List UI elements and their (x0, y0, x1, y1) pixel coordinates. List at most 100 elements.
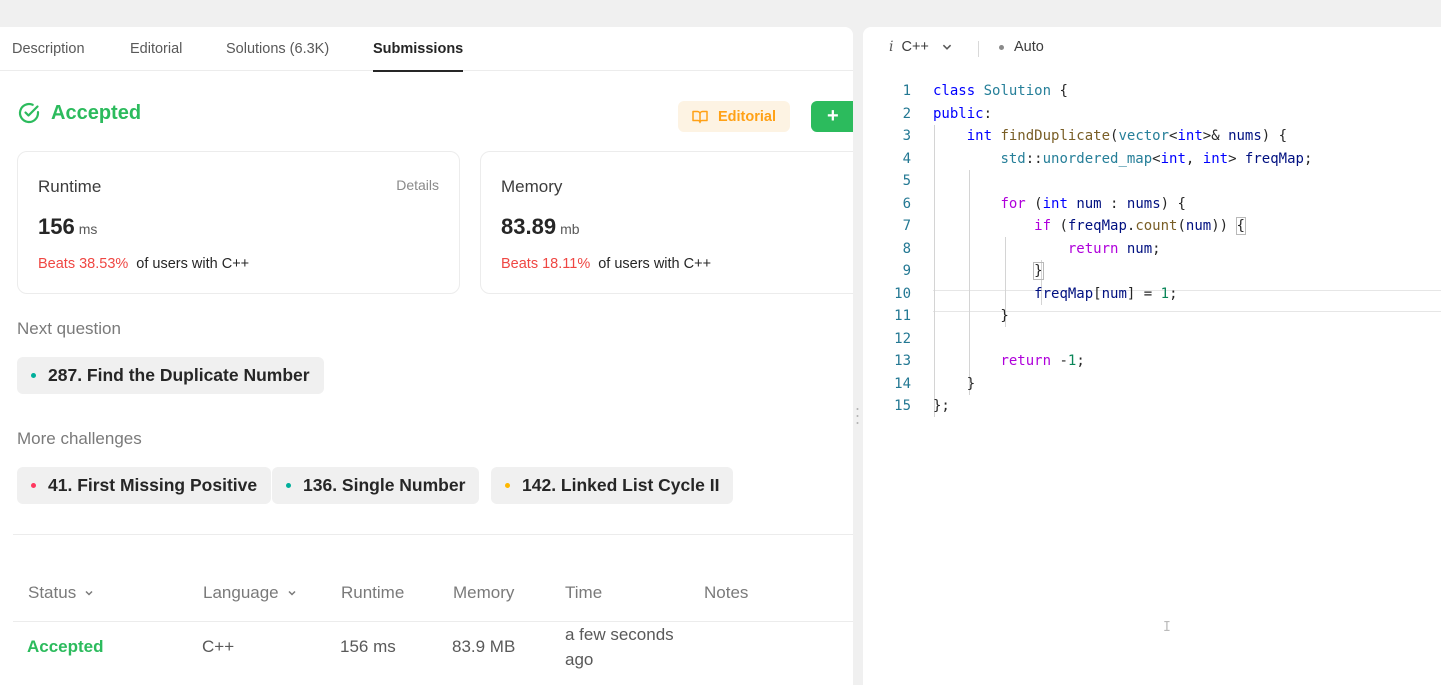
memory-value: 83.89 mb (501, 214, 580, 240)
language-column-header[interactable]: Language (203, 583, 297, 603)
drag-handle-icon[interactable] (856, 406, 859, 426)
memory-number: 83.89 (501, 214, 557, 239)
row-status[interactable]: Accepted (27, 637, 104, 657)
tab-editorial[interactable]: Editorial (130, 27, 182, 71)
tab-bar: Description Editorial Solutions (6.3K) S… (0, 27, 853, 72)
code-line: 4 std::unordered_map<int, int> freqMap; (863, 148, 1441, 171)
panel-splitter[interactable] (853, 27, 863, 685)
tab-description[interactable]: Description (12, 27, 85, 71)
memory-card[interactable]: Memory 83.89 mb Beats 18.11% of users with… (480, 151, 853, 294)
line-number: 14 (894, 375, 911, 392)
time-column-header: Time (565, 583, 603, 602)
runtime-title: Runtime (38, 177, 102, 196)
text-cursor-icon: I (1163, 620, 1171, 635)
line-number: 4 (902, 150, 911, 167)
memory-unit: mb (560, 221, 580, 237)
memory-beats: Beats 18.11% of users with C++ (501, 256, 711, 272)
language-label: C++ (901, 39, 929, 55)
runtime-beats: Beats 38.53% of users with C++ (38, 256, 249, 272)
line-number: 9 (902, 263, 911, 279)
code-line: 14 } (863, 373, 1441, 396)
challenge-title: 142. Linked List Cycle II (522, 475, 720, 495)
code-line: 8 return num; (863, 238, 1441, 261)
difficulty-dot (286, 483, 291, 488)
runtime-beats-percent: Beats 38.53% (38, 256, 129, 272)
code-line: 15}; (863, 395, 1441, 418)
submission-panel: Description Editorial Solutions (6.3K) S… (0, 27, 853, 685)
toolbar-separator (978, 41, 979, 57)
row-memory: 83.9 MB (452, 637, 516, 656)
row-time-line1: a few seconds (565, 625, 674, 644)
book-icon (692, 110, 708, 123)
memory-beats-suffix: of users with C++ (598, 256, 712, 272)
memory-beats-percent: Beats 18.11% (501, 256, 591, 272)
next-question-title: 287. Find the Duplicate Number (48, 365, 310, 385)
check-circle-icon (18, 102, 40, 124)
runtime-unit: ms (78, 221, 98, 237)
code-line: 13 return -1; (863, 350, 1441, 373)
code-line: 1 class Solution { (863, 80, 1441, 103)
next-question-chip[interactable]: 287. Find the Duplicate Number (17, 357, 324, 394)
status-column-header[interactable]: Status (28, 583, 94, 603)
section-divider (13, 534, 853, 535)
editor-toolbar: i C++ Auto (863, 27, 1441, 71)
auto-mode-toggle[interactable]: Auto (999, 39, 1044, 55)
row-language: C++ (202, 637, 235, 656)
line-number: 1 (902, 83, 911, 99)
difficulty-dot (505, 483, 510, 488)
code-line: 5 (863, 170, 1441, 193)
line-number: 8 (902, 240, 911, 257)
next-question-label: Next question (17, 319, 121, 338)
runtime-value: 156 ms (38, 214, 97, 240)
line-number: 12 (894, 330, 911, 347)
challenge-chip[interactable]: 136. Single Number (272, 467, 480, 504)
line-number: 10 (894, 285, 911, 302)
tab-submissions[interactable]: Submissions (373, 27, 464, 72)
result-status: Accepted (51, 101, 142, 124)
tab-solutions[interactable]: Solutions (6.3K) (226, 27, 329, 71)
notes-column-header: Notes (704, 583, 749, 602)
line-number: 6 (902, 195, 911, 212)
status-dot-icon (999, 44, 1004, 50)
row-time-line2: ago (565, 650, 594, 669)
code-area[interactable]: 1 class Solution { 2 public: 3 int findDup… (863, 80, 1441, 635)
add-note-button[interactable]: + (811, 101, 853, 132)
challenge-title: 41. First Missing Positive (48, 475, 258, 495)
memory-column-header: Memory (453, 583, 515, 602)
line-number: 3 (902, 128, 911, 144)
chevron-down-icon (288, 590, 296, 596)
line-number: 5 (902, 173, 911, 189)
code-line: 9 } (863, 260, 1441, 283)
code-line: 3 int findDuplicate(vector<int>& nums) { (863, 125, 1441, 148)
challenge-title: 136. Single Number (303, 475, 466, 495)
more-challenges-label: More challenges (17, 429, 142, 448)
difficulty-dot (31, 373, 36, 378)
info-icon: i (889, 39, 894, 55)
runtime-beats-suffix: of users with C++ (136, 256, 250, 272)
status-header-label: Status (28, 583, 77, 602)
table-header-divider (13, 621, 853, 622)
code-editor-panel: i C++ Auto 1 class Solution { 2 public: 3 … (863, 27, 1441, 685)
details-link[interactable]: Details (396, 177, 439, 193)
chevron-down-icon (942, 44, 952, 50)
chevron-down-icon (85, 590, 93, 596)
runtime-card[interactable]: Runtime Details 156 ms Beats 38.53% of use… (17, 151, 460, 294)
line-number: 13 (894, 353, 911, 369)
editorial-button[interactable]: Editorial (678, 101, 790, 132)
auto-mode-label: Auto (1014, 39, 1044, 55)
result-header: Accepted (17, 101, 141, 125)
code-line: 12 (863, 328, 1441, 351)
runtime-number: 156 (38, 214, 75, 239)
language-selector[interactable]: i C++ (889, 39, 953, 55)
challenge-chip[interactable]: 142. Linked List Cycle II (491, 467, 734, 504)
language-header-label: Language (203, 583, 279, 602)
line-number: 7 (902, 218, 911, 234)
line-number: 11 (894, 308, 911, 324)
line-number: 2 (902, 105, 911, 122)
row-runtime: 156 ms (340, 637, 396, 656)
code-line: 7 if (freqMap.count(num)) { (863, 215, 1441, 238)
runtime-column-header: Runtime (341, 583, 405, 602)
challenge-chip[interactable]: 41. First Missing Positive (17, 467, 272, 504)
code-line: 11 } (863, 305, 1441, 328)
memory-title: Memory (501, 177, 563, 196)
